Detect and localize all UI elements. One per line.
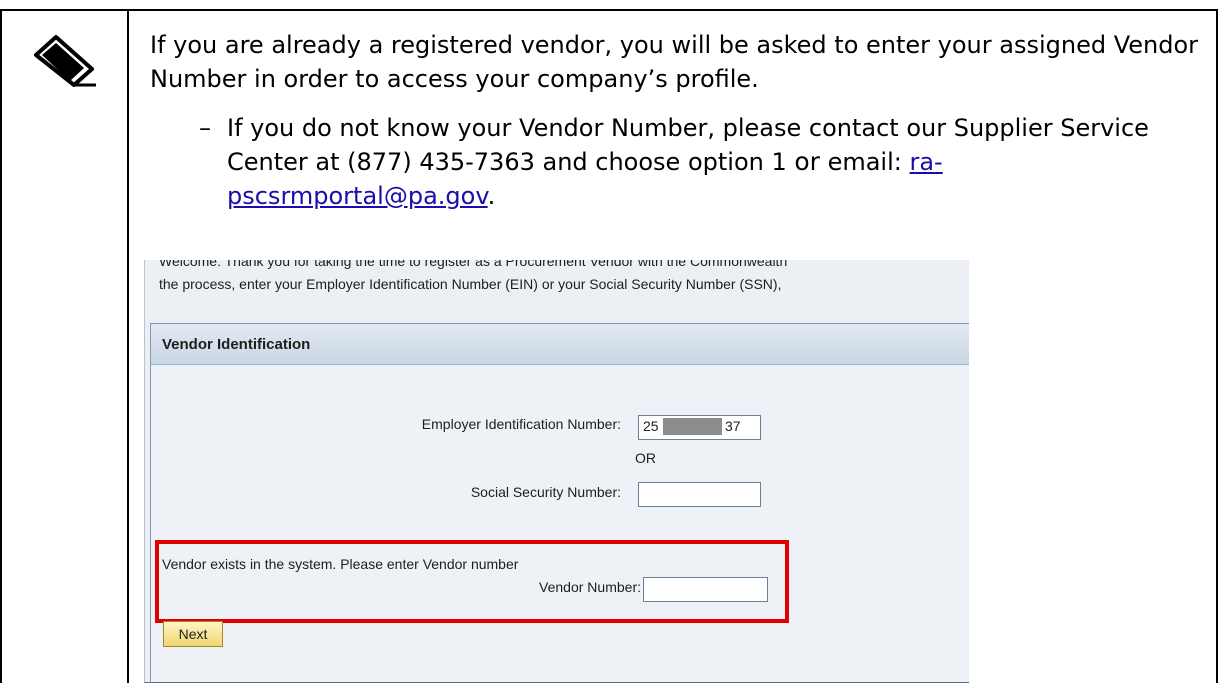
vendor-identification-panel: Vendor Identification Employer Identific… xyxy=(150,323,969,682)
table-left-border xyxy=(0,9,2,683)
next-button[interactable]: Next xyxy=(163,621,223,647)
intro-line-2: the process, enter your Employer Identif… xyxy=(159,276,782,292)
vendor-number-label: Vendor Number: xyxy=(539,579,641,595)
or-label: OR xyxy=(635,450,656,466)
bullet-email-prefix: email: xyxy=(819,148,910,176)
vendor-registration-screenshot: Welcome: Thank you for taking the time t… xyxy=(144,260,969,683)
table-column-divider xyxy=(127,9,129,683)
bullet-or-word: or xyxy=(794,147,820,176)
vendor-exists-message: Vendor exists in the system. Please ente… xyxy=(162,556,519,572)
bullet-text-part: If you do not know your Vendor Number, p… xyxy=(227,114,1149,176)
email-link-part2[interactable]: pscsrmportal@pa.gov xyxy=(227,182,488,210)
vendor-number-input[interactable] xyxy=(643,577,768,602)
intro-line-1: Welcome: Thank you for taking the time t… xyxy=(159,260,788,269)
email-link-part1[interactable]: ra- xyxy=(909,148,942,176)
panel-title: Vendor Identification xyxy=(162,336,311,353)
pen-writing-icon xyxy=(34,35,96,87)
ein-label: Employer Identification Number: xyxy=(421,416,621,432)
ein-value-end: 37 xyxy=(725,418,741,434)
ssn-label: Social Security Number: xyxy=(470,484,621,500)
panel-header: Vendor Identification xyxy=(151,324,969,365)
ssn-input[interactable] xyxy=(638,482,761,507)
table-top-border xyxy=(0,9,1218,11)
note-paragraph: If you are already a registered vendor, … xyxy=(150,31,1199,93)
ein-redaction-mask xyxy=(663,418,722,435)
bullet-dash: – xyxy=(199,114,211,142)
ein-value-start: 25 xyxy=(643,418,659,434)
ein-input[interactable]: 25 37 xyxy=(638,415,761,440)
note-bullet-text: If you do not know your Vendor Number, p… xyxy=(227,111,1187,213)
trailing-period: . xyxy=(487,182,496,210)
